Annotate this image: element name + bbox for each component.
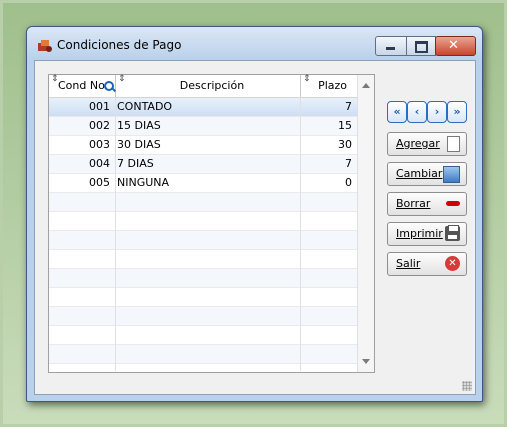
column-header-description-label: Descripción [179, 79, 245, 92]
new-document-icon [447, 136, 460, 152]
cell-code: 001 [89, 100, 110, 113]
record-navigator: « ‹ › » [387, 101, 467, 123]
exit-button-label: Salir [396, 257, 421, 270]
cell-desc: 7 DIAS [117, 157, 154, 170]
search-icon[interactable] [104, 81, 114, 91]
empty-table-row[interactable] [49, 326, 357, 345]
print-button-label: Imprimir [396, 227, 443, 240]
empty-table-row[interactable] [49, 231, 357, 250]
exit-button[interactable]: Salir ✕ [387, 252, 467, 276]
cell-desc: 15 DIAS [117, 119, 161, 132]
next-record-button[interactable]: › [427, 101, 447, 123]
sort-icon: ⇕ [303, 74, 311, 84]
edit-image-icon [443, 166, 460, 183]
last-record-button[interactable]: » [447, 101, 467, 123]
grid-header: ⇕ Cond No. ⇕ Descripción ⇕ Plazo [49, 74, 357, 98]
sort-icon: ⇕ [51, 74, 59, 84]
scroll-down-icon[interactable] [362, 359, 370, 364]
column-divider [300, 98, 301, 371]
sort-icon: ⇕ [118, 74, 126, 84]
empty-table-row[interactable] [49, 307, 357, 326]
close-icon: ✕ [448, 38, 459, 53]
vertical-scrollbar[interactable] [357, 75, 374, 372]
add-button[interactable]: Agregar [387, 132, 467, 156]
minimize-button[interactable] [375, 36, 407, 56]
empty-table-row[interactable] [49, 345, 357, 364]
empty-table-row[interactable] [49, 364, 357, 371]
empty-table-row[interactable] [49, 212, 357, 231]
edit-button-label: Cambiar [396, 167, 443, 180]
column-header-description[interactable]: ⇕ Descripción [116, 74, 301, 97]
cell-code: 002 [89, 119, 110, 132]
dialog-window: Condiciones de Pago ✕ ⇕ Cond No. ⇕ Descr… [26, 26, 483, 402]
cell-code: 005 [89, 176, 110, 189]
cell-desc: 30 DIAS [117, 138, 161, 151]
empty-table-row[interactable] [49, 250, 357, 269]
cell-desc: NINGUNA [117, 176, 170, 189]
close-button[interactable]: ✕ [435, 36, 476, 56]
grid-rows: 001 CONTADO 7 002 15 DIAS 15 003 30 DIAS 30 004 7 … [49, 98, 357, 371]
previous-record-button[interactable]: ‹ [407, 101, 427, 123]
add-button-label: Agregar [396, 137, 440, 150]
cell-plazo: 7 [345, 100, 352, 113]
empty-table-row[interactable] [49, 269, 357, 288]
resize-grip-icon[interactable] [462, 381, 472, 391]
close-circle-icon: ✕ [445, 256, 460, 271]
column-header-code[interactable]: ⇕ Cond No. [49, 74, 116, 97]
cell-desc: CONTADO [117, 100, 173, 113]
table-row[interactable]: 005 NINGUNA 0 [49, 174, 357, 193]
window-title: Condiciones de Pago [57, 38, 182, 52]
table-row[interactable]: 001 CONTADO 7 [49, 98, 357, 117]
maximize-icon [415, 41, 428, 53]
printer-icon [445, 225, 460, 241]
first-record-button[interactable]: « [387, 101, 407, 123]
column-header-plazo[interactable]: ⇕ Plazo [301, 74, 356, 97]
table-row[interactable]: 002 15 DIAS 15 [49, 117, 357, 136]
cell-plazo: 15 [338, 119, 352, 132]
cell-plazo: 7 [345, 157, 352, 170]
print-button[interactable]: Imprimir [387, 222, 467, 246]
minus-icon [446, 201, 460, 206]
cell-code: 004 [89, 157, 110, 170]
cell-plazo: 30 [338, 138, 352, 151]
cell-plazo: 0 [345, 176, 352, 189]
table-row[interactable]: 003 30 DIAS 30 [49, 136, 357, 155]
title-bar[interactable]: Condiciones de Pago ✕ [27, 27, 482, 60]
payment-terms-grid[interactable]: ⇕ Cond No. ⇕ Descripción ⇕ Plazo 001 CONT… [48, 74, 375, 373]
cell-code: 003 [89, 138, 110, 151]
scroll-up-icon[interactable] [362, 83, 370, 88]
table-row[interactable]: 004 7 DIAS 7 [49, 155, 357, 174]
column-divider [115, 98, 116, 371]
delete-button-label: Borrar [396, 197, 431, 210]
client-area: ⇕ Cond No. ⇕ Descripción ⇕ Plazo 001 CONT… [34, 60, 476, 395]
maximize-button[interactable] [406, 36, 436, 56]
app-icon [38, 40, 52, 52]
edit-button[interactable]: Cambiar [387, 162, 467, 186]
delete-button[interactable]: Borrar [387, 192, 467, 216]
empty-table-row[interactable] [49, 288, 357, 307]
empty-table-row[interactable] [49, 193, 357, 212]
minimize-icon [386, 47, 395, 50]
